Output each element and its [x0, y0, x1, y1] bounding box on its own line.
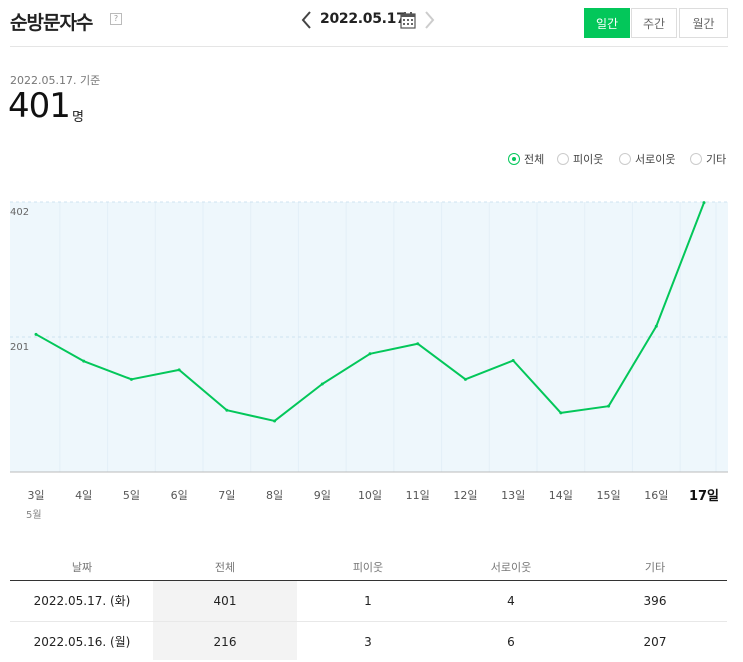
radio-empty-icon [690, 153, 702, 165]
visitor-count-unit: 명 [72, 110, 84, 125]
radio-empty-icon [619, 153, 631, 165]
table-header-cell: 서로이웃 [490, 561, 532, 574]
data-point [177, 368, 181, 372]
data-point [273, 419, 277, 423]
data-point [511, 359, 515, 363]
visitor-count: 401 [8, 86, 71, 126]
table-cell: 396 [643, 594, 667, 608]
divider [10, 46, 728, 47]
table-cell: 2022.05.17. (화) [33, 594, 131, 608]
legend-label: 서로이웃 [635, 153, 676, 166]
x-tick-label: 10일 [357, 489, 383, 502]
legend-label: 피이웃 [573, 153, 604, 166]
data-point [416, 342, 420, 346]
page-title: 순방문자수 [10, 12, 93, 34]
legend-etc-radio[interactable]: 기타 [690, 153, 726, 167]
x-tick-label: 15일 [596, 489, 621, 502]
tab-daily[interactable]: 일간 [584, 8, 630, 38]
x-tick-label: 12일 [453, 489, 478, 502]
data-point [34, 332, 38, 336]
data-point [225, 408, 229, 412]
table-cell: 4 [507, 594, 515, 608]
table-cell: 1 [364, 594, 372, 608]
visitor-chart [10, 201, 728, 473]
table-cell: 3 [364, 635, 372, 649]
table-header-cell: 전체 [214, 561, 236, 574]
radio-selected-icon [508, 153, 520, 165]
x-tick-label: 14일 [548, 489, 573, 502]
y-tick-label: 402 [10, 207, 30, 218]
table-cell: 2022.05.16. (월) [33, 635, 131, 649]
current-date: 2022.05.17. [320, 11, 411, 27]
data-point [702, 201, 706, 205]
data-point [463, 377, 467, 381]
x-tick-label: 7일 [218, 489, 236, 502]
tab-monthly[interactable]: 월간 [679, 8, 728, 38]
legend-neighbor-radio[interactable]: 피이웃 [557, 153, 603, 167]
table-cell: 6 [507, 635, 515, 649]
table-header-cell: 피이웃 [352, 561, 384, 574]
y-tick-label: 201 [10, 342, 30, 353]
table-header-cell: 날짜 [71, 561, 93, 574]
chevron-left-icon[interactable] [298, 9, 316, 31]
data-point [368, 352, 372, 356]
x-tick-label: 3일 [27, 489, 45, 502]
legend-all-radio[interactable]: 전체 [508, 153, 544, 167]
x-tick-label: 16일 [644, 489, 669, 502]
tab-weekly[interactable]: 주간 [631, 8, 677, 38]
data-point [607, 404, 611, 408]
data-point [129, 377, 133, 381]
x-tick-label: 8일 [266, 489, 284, 502]
table-cell: 216 [213, 635, 237, 649]
chevron-right-icon[interactable] [420, 9, 438, 31]
plot-background [10, 202, 728, 472]
question-icon[interactable]: ? [110, 13, 122, 25]
data-point [654, 324, 658, 328]
x-tick-label: 13일 [501, 489, 526, 502]
table-cell: 207 [643, 635, 667, 649]
x-tick-label: 5일 [122, 489, 140, 502]
data-point [82, 359, 86, 363]
x-tick-label: 11일 [405, 489, 430, 502]
data-point [320, 382, 324, 386]
x-tick-label: 6일 [170, 489, 188, 502]
legend-label: 기타 [706, 153, 727, 166]
x-tick-label: 9일 [313, 489, 331, 502]
table-header-cell: 기타 [644, 561, 666, 574]
calendar-icon[interactable] [400, 11, 416, 29]
legend-mutual-neighbor-radio[interactable]: 서로이웃 [619, 153, 675, 167]
table-cell: 401 [213, 594, 237, 608]
month-label: 5월 [26, 510, 42, 521]
x-tick-label: 4일 [75, 489, 93, 502]
radio-empty-icon [557, 153, 569, 165]
data-point [559, 411, 563, 415]
x-tick-label: 17일 [688, 489, 720, 504]
legend-label: 전체 [524, 153, 545, 166]
